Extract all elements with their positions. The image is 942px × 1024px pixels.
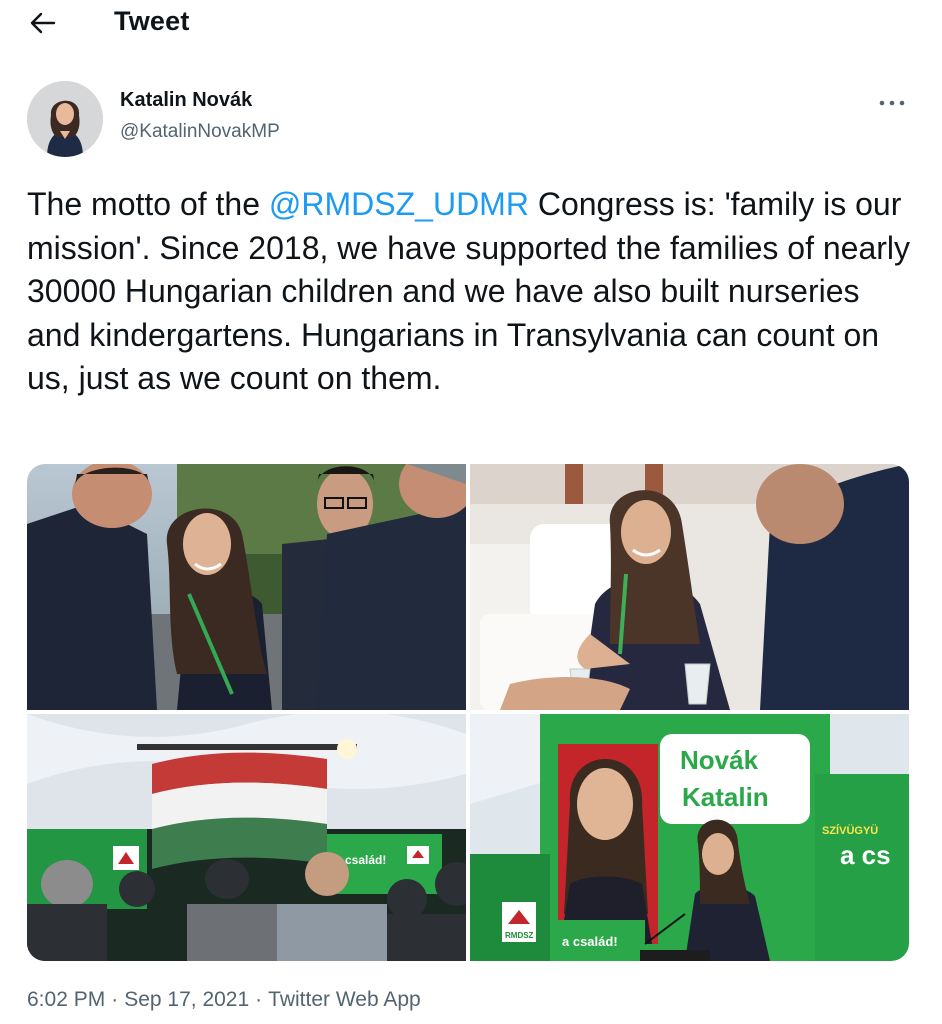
meta-separator: · xyxy=(111,988,119,1011)
tweet-photo-3[interactable]: a család! xyxy=(27,714,466,961)
logo-text: RMDSZ xyxy=(505,931,534,940)
more-horizontal-icon xyxy=(879,100,905,106)
page-title: Tweet xyxy=(114,6,190,36)
tweet-text: The motto of the @RMDSZ_UDMR Congress is… xyxy=(27,183,917,401)
banner-big-text: a cs xyxy=(840,840,891,870)
tweet-date[interactable]: Sep 17, 2021 xyxy=(124,988,249,1011)
arrow-left-icon xyxy=(30,12,56,34)
back-button[interactable] xyxy=(26,6,60,40)
media-grid: a család! Novák Katalin SZÍVÜGYÜ a cs RM… xyxy=(27,464,909,961)
author-handle[interactable]: @KatalinNovakMP xyxy=(120,121,280,143)
author-name[interactable]: Katalin Novák xyxy=(120,89,252,112)
tweet-photo-2[interactable] xyxy=(470,464,909,710)
tweet-photo-1[interactable] xyxy=(27,464,466,710)
more-options-button[interactable] xyxy=(870,88,914,118)
tweet-text-part: The motto of the xyxy=(27,186,269,222)
meta-separator: · xyxy=(255,988,263,1011)
mention-link[interactable]: @RMDSZ_UDMR xyxy=(269,186,529,222)
tweet-photo-4[interactable]: Novák Katalin SZÍVÜGYÜ a cs RMDSZ a csal… xyxy=(470,714,909,961)
podium-text: a család! xyxy=(562,934,618,949)
top-bar: Tweet xyxy=(0,0,942,44)
tweet-metadata: 6:02 PM · Sep 17, 2021 · Twitter Web App xyxy=(27,988,421,1012)
sign-line-1: Novák xyxy=(680,745,759,775)
avatar[interactable] xyxy=(27,81,103,157)
tweet-source[interactable]: Twitter Web App xyxy=(268,988,421,1011)
tweet-time[interactable]: 6:02 PM xyxy=(27,988,105,1011)
sign-line-2: Katalin xyxy=(682,782,769,812)
banner-small-text: SZÍVÜGYÜ xyxy=(822,824,878,837)
